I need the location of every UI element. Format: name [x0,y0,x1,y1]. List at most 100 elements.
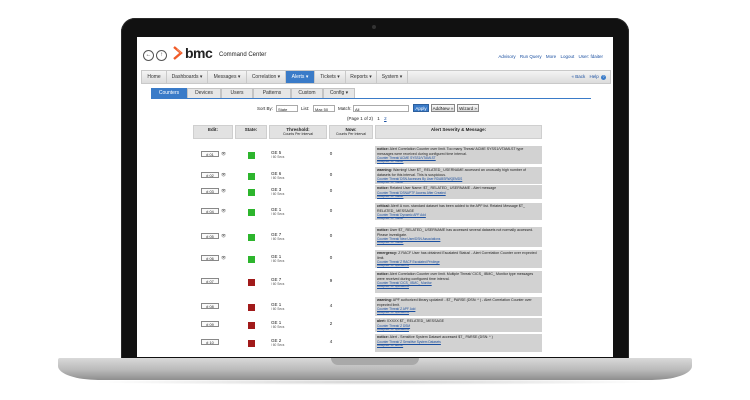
state-indicator [248,209,255,216]
assigned-link[interactable]: Assigned To: rdaiter [377,180,540,184]
threshold-interval: / 60 Secs [271,343,285,347]
match-select[interactable]: All [353,105,409,112]
alert-severity: warning: [377,168,392,172]
assigned-link[interactable]: Assigned To: operations [377,263,540,268]
state-indicator [248,304,255,311]
header-threshold-sub: Counts Per Interval [283,132,313,136]
header-edit: Edit: [193,125,233,139]
subtab-counters[interactable]: Counters [151,88,187,98]
alert-severity: emergency: [377,251,398,255]
addnew-button[interactable]: AddNew » [431,104,455,112]
now-count: 0 [329,208,333,213]
state-indicator [248,279,255,286]
threshold-interval: / 60 Secs [271,307,285,311]
assigned-link[interactable]: Assigned To: rdaiter [377,194,540,199]
threshold-cell: GE 1/ 60 Secs [271,207,284,217]
header-message: Alert Severity & Message: [375,125,542,139]
back-arrow-icon[interactable]: ← [143,50,154,61]
now-count: 4 [329,339,333,344]
view-icon[interactable]: 👁 [221,255,226,261]
run-query-link[interactable]: Run Query [520,54,542,59]
edit-counter-button[interactable]: # 01 [201,151,219,157]
assigned-link[interactable]: Assigned To: operations [377,284,540,289]
threshold-interval: / 60 Secs [271,237,285,241]
header-now: Now: Counts Per Interval [329,125,373,139]
alert-message-cell: emergency: Z RACF User has obtained Esca… [375,250,542,268]
alert-text: Related User Name: $T_ RELATED_ USERNAME… [389,186,497,190]
now-count: 4 [329,303,333,308]
assigned-link[interactable]: Assigned To: rdaiter [377,159,540,164]
view-icon[interactable]: 👁 [221,233,226,239]
top-bar: ← ↑ bmc Command Center Advisory Run Quer… [137,37,613,67]
tab-system[interactable]: System ▾ [377,71,408,83]
alert-message-cell: warning: APF authorized library updated!… [375,297,542,316]
help-link[interactable]: Help [589,74,598,79]
assigned-link[interactable]: Assigned To: rdaiter [377,240,540,245]
view-icon[interactable]: 👁 [221,188,226,194]
edit-counter-button[interactable]: # 05 [201,233,219,239]
tab-messages[interactable]: Messages ▾ [208,71,247,83]
threshold-cell: GE 3/ 60 Secs [271,187,284,197]
apply-button[interactable]: Apply [413,104,429,112]
more-link[interactable]: More [546,54,556,59]
up-arrow-icon[interactable]: ↑ [156,50,167,61]
alert-severity: critical: [377,204,390,208]
assigned-link[interactable]: Assigned To: rdaiter [377,216,540,220]
tab-alerts[interactable]: Alerts ▾ [286,71,315,83]
alert-message-cell: warning: Warning! User $T_ RELATED_ USER… [375,167,542,184]
edit-counter-button[interactable]: # 02 [201,172,219,178]
subtab-users[interactable]: Users [221,88,253,98]
tab-home[interactable]: Home [142,71,167,83]
view-icon[interactable]: 👁 [221,172,226,178]
edit-counter-button[interactable]: # 04 [201,208,219,214]
alert-message-cell: notice: Alert Correlation Counter over l… [375,146,542,164]
wizard-button[interactable]: Wizard » [457,104,479,112]
alert-message-cell: notice: User $T_ RELATED_ USERNAME has a… [375,227,542,247]
edit-counter-button[interactable]: # 08 [201,303,219,309]
help-icon[interactable]: ? [601,75,606,80]
edit-counter-button[interactable]: # 09 [201,321,219,327]
alert-text: Warning! User $T_ RELATED_ USERNAME acce… [377,168,527,177]
tab-dashboards[interactable]: Dashboards ▾ [167,71,208,83]
assigned-link[interactable]: Assigned To: admin [377,343,540,348]
tab-reports[interactable]: Reports ▾ [346,71,377,83]
now-count: 0 [329,172,333,177]
logout-link[interactable]: Logout [560,54,574,59]
bmc-logo-icon [173,46,183,60]
alert-text: Alert Correlation Counter over limit. To… [377,147,524,156]
header-threshold: Threshold: Counts Per Interval [269,125,327,139]
view-icon[interactable]: 👁 [221,208,226,214]
sort-select[interactable]: State [276,105,298,112]
tab-tickets[interactable]: Tickets ▾ [315,71,346,83]
tab-correlation[interactable]: Correlation ▾ [247,71,286,83]
threshold-interval: / 60 Secs [271,155,285,159]
edit-counter-button[interactable]: # 06 [201,255,219,261]
alert-severity: alert: [377,319,386,323]
alert-severity: warning: [377,298,392,302]
alert-severity: notice: [377,335,389,339]
menu-right-links: « Back Help ? [571,71,606,83]
edit-counter-button[interactable]: # 10 [201,339,219,345]
back-link[interactable]: « Back [571,74,585,79]
subtab-patterns[interactable]: Patterns [253,88,291,98]
alert-text: User $T_ RELATED_ USERNAME has accessed … [377,228,534,237]
assigned-link[interactable]: Assigned To: operations [377,327,540,332]
alert-message-cell: alert: XXXXX $T_ RELATED_ MESSAGE Counter… [375,318,542,332]
advisory-link[interactable]: Advisory [498,54,515,59]
now-count: 0 [329,151,333,156]
view-icon[interactable]: 👁 [221,151,226,157]
threshold-cell: GE 1/ 60 Secs [271,302,284,312]
assigned-link[interactable]: Assigned To: operations [377,310,540,315]
edit-counter-button[interactable]: # 07 [201,278,219,284]
threshold-cell: GE 2/ 60 Secs [271,338,284,348]
alert-text: Alert! A non- standard dataset has been … [377,204,526,213]
list-label: List: [301,106,310,111]
subtab-config[interactable]: Config ▾ [323,88,355,98]
subtab-devices[interactable]: Devices [187,88,221,98]
page-link-2[interactable]: 2 [384,116,387,121]
user-label: User: fdaiter [578,54,603,59]
list-select[interactable]: Max 50 [313,105,335,112]
page-link-1[interactable]: 1 [377,116,380,121]
subtab-custom[interactable]: Custom [291,88,323,98]
edit-counter-button[interactable]: # 03 [201,188,219,194]
